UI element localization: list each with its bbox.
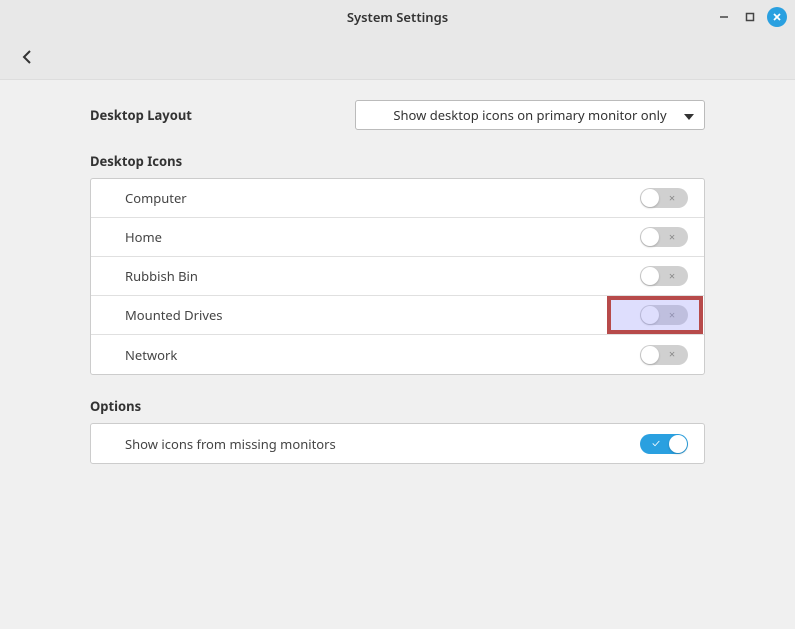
options-list: Show icons from missing monitors ✓: [90, 423, 705, 464]
list-item-mounted-drives: Mounted Drives ×: [91, 296, 704, 335]
toggle-home[interactable]: ×: [640, 227, 688, 247]
list-item-home: Home ×: [91, 218, 704, 257]
desktop-layout-value: Show desktop icons on primary monitor on…: [366, 106, 694, 124]
list-item-computer: Computer ×: [91, 179, 704, 218]
titlebar: System Settings: [0, 0, 795, 34]
chevron-left-icon: [20, 49, 36, 65]
maximize-button[interactable]: [741, 8, 759, 26]
toggle-rubbish-bin[interactable]: ×: [640, 266, 688, 286]
row-label: Computer: [125, 189, 640, 207]
x-icon: ×: [658, 227, 686, 247]
x-icon: ×: [658, 305, 686, 325]
check-icon: ✓: [642, 434, 670, 454]
desktop-icons-title: Desktop Icons: [90, 152, 705, 170]
toggle-mounted-drives[interactable]: ×: [640, 305, 688, 325]
row-label: Network: [125, 346, 640, 364]
toggle-missing-monitors[interactable]: ✓: [640, 434, 688, 454]
list-item-network: Network ×: [91, 335, 704, 374]
window-title: System Settings: [0, 8, 795, 26]
x-icon: ×: [658, 188, 686, 208]
content-area: Desktop Layout Show desktop icons on pri…: [0, 80, 795, 506]
minimize-button[interactable]: [715, 8, 733, 26]
row-label: Mounted Drives: [125, 306, 640, 324]
chevron-down-icon: [684, 106, 694, 124]
list-item-missing-monitors: Show icons from missing monitors ✓: [91, 424, 704, 463]
desktop-layout-select[interactable]: Show desktop icons on primary monitor on…: [355, 100, 705, 130]
toolbar: [0, 34, 795, 80]
close-button[interactable]: [767, 7, 787, 27]
row-label: Home: [125, 228, 640, 246]
desktop-layout-row: Desktop Layout Show desktop icons on pri…: [90, 100, 705, 130]
x-icon: ×: [658, 345, 686, 365]
toggle-network[interactable]: ×: [640, 345, 688, 365]
toggle-computer[interactable]: ×: [640, 188, 688, 208]
desktop-icons-list: Computer × Home × Rubbish Bin × Mounted …: [90, 178, 705, 375]
x-icon: ×: [658, 266, 686, 286]
back-button[interactable]: [14, 43, 42, 71]
row-label: Show icons from missing monitors: [125, 435, 640, 453]
desktop-layout-label: Desktop Layout: [90, 106, 355, 124]
window-controls: [715, 7, 787, 27]
row-label: Rubbish Bin: [125, 267, 640, 285]
options-title: Options: [90, 397, 705, 415]
list-item-rubbish-bin: Rubbish Bin ×: [91, 257, 704, 296]
